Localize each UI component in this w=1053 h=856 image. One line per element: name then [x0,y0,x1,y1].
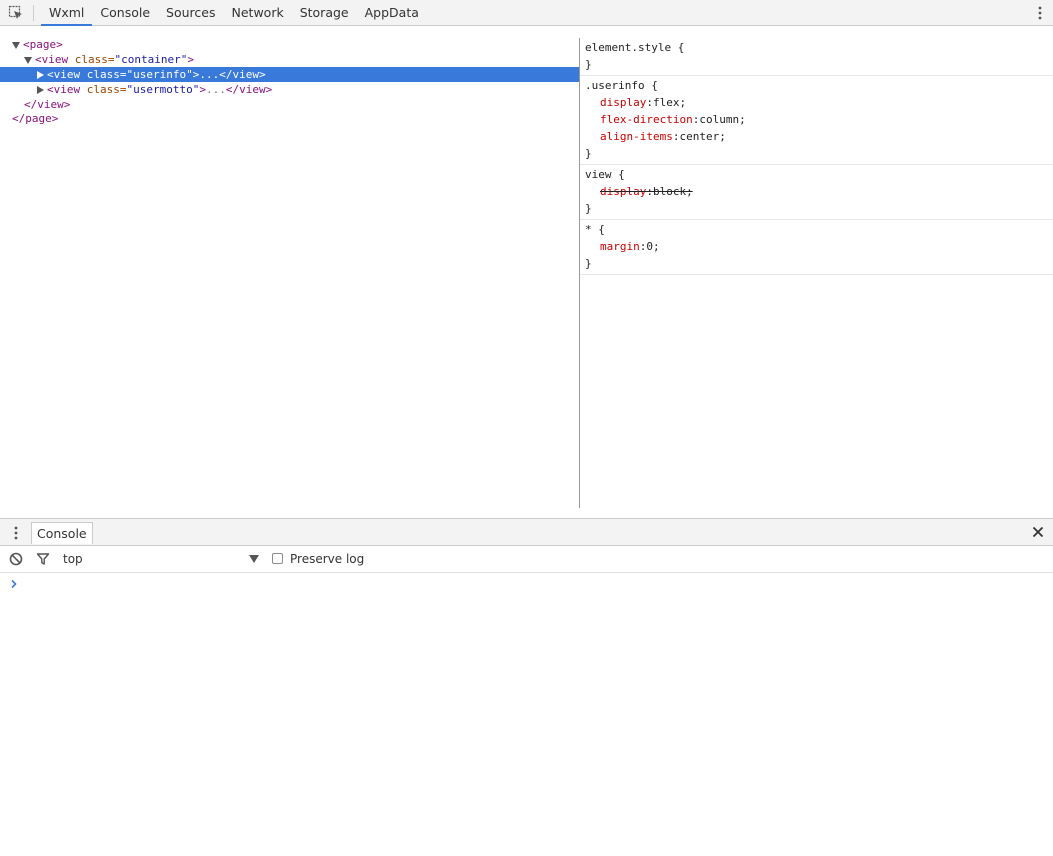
rule-selector[interactable]: * { [585,221,1053,238]
attr-value: "userinfo" [126,68,193,81]
context-selector[interactable]: top [63,551,83,567]
rule-close: } [585,58,592,71]
collapsed-triangle-icon[interactable] [37,71,44,79]
tag-text: </page> [12,112,59,125]
tree-node-userinfo[interactable]: <view class="userinfo">...</view> [0,67,579,82]
rule-selector[interactable]: element.style { [585,39,1053,56]
style-rule-view: view { display:block; } [580,165,1053,220]
wxml-tree: <page> <view class="container"> <view cl… [0,27,579,508]
property-name: flex-direction [600,113,693,126]
close-icon[interactable] [1031,525,1045,539]
property-value: :center; [672,130,726,143]
preserve-log-checkbox[interactable] [272,553,283,564]
tag-end: </view> [225,83,273,96]
preserve-log-label[interactable]: Preserve log [290,551,364,567]
tag-end: </view> [219,68,266,81]
property-name: display [600,96,647,109]
tab-console[interactable]: Console [92,0,158,26]
ellipsis[interactable]: ... [206,83,226,96]
tab-storage[interactable]: Storage [292,0,357,26]
collapsed-triangle-icon[interactable] [37,86,44,94]
toolbar-divider [33,5,34,21]
style-property[interactable]: margin:0; [585,238,1053,255]
drawer-toolbar: Console [0,518,1053,546]
expanded-triangle-icon[interactable] [12,41,20,49]
expanded-triangle-icon[interactable] [24,56,32,64]
tag-open: <view [47,68,81,81]
tree-node-page[interactable]: <page> [0,37,579,52]
property-name: align-items [600,130,673,143]
tree-node-page-close[interactable]: </page> [0,111,579,126]
clear-console-icon[interactable] [9,552,23,566]
tab-network[interactable]: Network [224,0,292,26]
tag-text: </view> [24,98,71,111]
property-name: display [600,185,647,198]
more-options-icon[interactable] [1037,6,1043,20]
attr-name: class= [86,68,127,81]
inspect-element-icon[interactable] [8,5,24,21]
tag-close: > [199,83,206,96]
property-name: margin [600,240,640,253]
tag-open: <view [47,83,81,96]
style-property[interactable]: flex-direction:column; [585,111,1053,128]
property-value: :0; [639,240,660,253]
attr-value: "container" [114,53,188,66]
devtools-toolbar: Wxml Console Sources Network Storage App… [0,0,1053,26]
drawer-tab-console[interactable]: Console [31,522,93,544]
rule-close: } [585,257,592,270]
tag-close: > [187,53,194,66]
tree-node-container-close[interactable]: </view> [0,97,579,112]
console-toolbar: top Preserve log [0,546,1053,573]
tab-wxml[interactable]: Wxml [41,0,93,26]
attr-name: class= [86,83,127,96]
property-value: :column; [692,113,746,126]
property-value: :flex; [646,96,687,109]
drawer-menu-icon[interactable] [13,526,19,540]
filter-icon[interactable] [36,552,50,566]
overridden-style-property[interactable]: display:block; [585,183,1053,200]
tab-appdata[interactable]: AppData [357,0,427,26]
tag-open: <view [35,53,69,66]
tag-text: <page> [23,38,63,51]
console-prompt-icon[interactable] [9,577,19,591]
attr-value: "usermotto" [126,83,200,96]
style-property[interactable]: display:flex; [585,94,1053,111]
panel-tabs: Wxml Console Sources Network Storage App… [41,0,427,26]
chevron-down-icon[interactable] [249,555,259,563]
style-rule-element: element.style { } [580,38,1053,76]
styles-pane: element.style { } .userinfo { display:fl… [580,38,1053,275]
tab-sources[interactable]: Sources [158,0,223,26]
tree-node-container[interactable]: <view class="container"> [0,52,579,67]
property-value: :block; [646,185,693,198]
attr-name: class= [74,53,115,66]
tree-node-usermotto[interactable]: <view class="usermotto">...</view> [0,82,579,97]
style-property[interactable]: align-items:center; [585,128,1053,145]
rule-selector[interactable]: view { [585,166,1053,183]
rule-close: } [585,147,592,160]
ellipsis[interactable]: ... [199,68,219,81]
style-rule-universal: * { margin:0; } [580,220,1053,275]
rule-close: } [585,202,592,215]
style-rule-userinfo: .userinfo { display:flex; flex-direction… [580,76,1053,165]
rule-selector[interactable]: .userinfo { [585,77,1053,94]
